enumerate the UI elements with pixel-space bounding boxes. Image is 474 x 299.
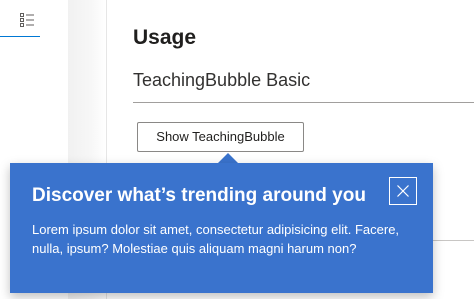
- bubble-body: Lorem ipsum dolor sit amet, consectetur …: [32, 222, 400, 256]
- page: Usage TeachingBubble Basic Show Teaching…: [0, 0, 474, 299]
- close-button[interactable]: [389, 177, 417, 205]
- teaching-bubble: Discover what’s trending around you Lore…: [10, 163, 433, 293]
- divider: [133, 102, 474, 103]
- example-title: TeachingBubble Basic: [133, 70, 311, 90]
- bubble-beak: [218, 153, 238, 163]
- nav-list-tab[interactable]: [0, 8, 40, 37]
- divider: [432, 240, 474, 241]
- close-icon: [397, 185, 409, 197]
- show-teaching-bubble-button[interactable]: Show TeachingBubble: [137, 122, 304, 152]
- bubble-headline: Discover what’s trending around you: [32, 185, 366, 206]
- section-title: Usage: [133, 26, 197, 49]
- bulleted-list-icon: [20, 13, 34, 27]
